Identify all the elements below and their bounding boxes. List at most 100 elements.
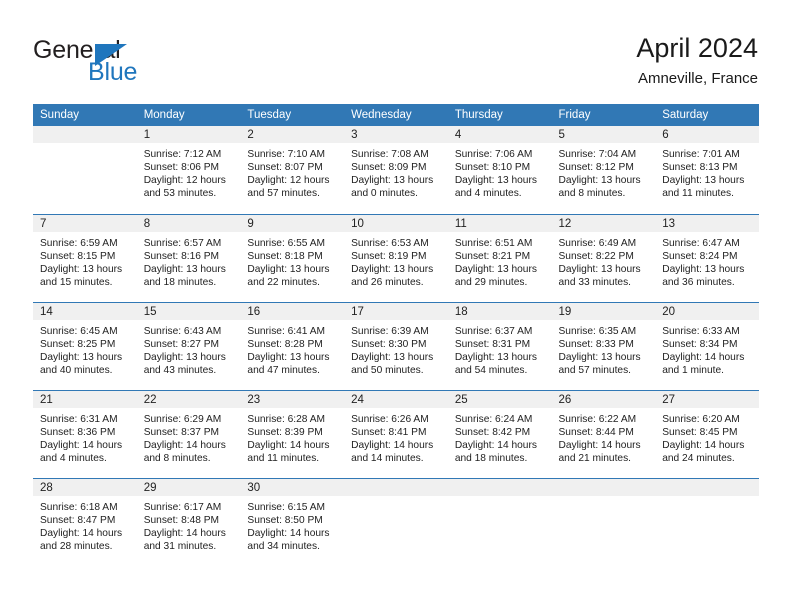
- sunset-text: Sunset: 8:21 PM: [454, 250, 531, 262]
- daylight-text-line1: Daylight: 14 hours: [247, 439, 330, 451]
- day-number: [33, 126, 137, 143]
- calendar-day-cell[interactable]: 17 Sunrise: 6:39 AM Sunset: 8:30 PM Dayligh…: [344, 301, 448, 390]
- day-number: 15: [136, 302, 241, 320]
- calendar-day-cell[interactable]: 24 Sunrise: 6:26 AM Sunset: 8:41 PM Dayligh…: [344, 389, 448, 478]
- calendar-day-cell[interactable]: 27 Sunrise: 6:20 AM Sunset: 8:45 PM Dayligh…: [655, 389, 759, 478]
- sunrise-text: Sunrise: 7:01 AM: [662, 149, 740, 160]
- daylight-text-line1: Daylight: 14 hours: [558, 439, 641, 451]
- sunset-text: Sunset: 8:45 PM: [662, 426, 738, 438]
- calendar-day-cell[interactable]: [447, 477, 552, 566]
- day-number: 2: [240, 126, 345, 143]
- daylight-text-line1: Daylight: 14 hours: [351, 439, 434, 451]
- day-cell-inner: 6 Sunrise: 7:01 AM Sunset: 8:13 PM Daylight…: [655, 126, 759, 213]
- daylight-text-line1: Daylight: 13 hours: [143, 263, 226, 275]
- day-details: Sunrise: 7:08 AM Sunset: 8:09 PM Daylight:…: [344, 143, 448, 200]
- day-details: Sunrise: 6:17 AM Sunset: 8:48 PM Daylight:…: [137, 496, 241, 553]
- calendar-day-cell[interactable]: 21 Sunrise: 6:31 AM Sunset: 8:36 PM Dayligh…: [33, 389, 137, 478]
- calendar-day-cell[interactable]: 20 Sunrise: 6:33 AM Sunset: 8:34 PM Dayligh…: [655, 301, 759, 390]
- day-number: 4: [447, 126, 552, 143]
- sunrise-text: Sunrise: 6:53 AM: [351, 237, 429, 249]
- calendar-day-cell[interactable]: 22 Sunrise: 6:29 AM Sunset: 8:37 PM Dayligh…: [136, 389, 241, 478]
- daylight-text-line1: Daylight: 13 hours: [351, 351, 434, 363]
- day-cell-inner: 10 Sunrise: 6:53 AM Sunset: 8:19 PM Dayligh…: [344, 214, 448, 302]
- sunrise-text: Sunrise: 6:24 AM: [454, 413, 533, 425]
- sunrise-text: Sunrise: 6:18 AM: [40, 501, 118, 513]
- calendar-day-cell[interactable]: 25 Sunrise: 6:24 AM Sunset: 8:42 PM Dayligh…: [447, 389, 552, 478]
- daylight-text-line2: and 28 minutes.: [40, 540, 113, 552]
- day-details: Sunrise: 6:20 AM Sunset: 8:45 PM Daylight:…: [655, 408, 759, 465]
- daylight-text-line1: Daylight: 14 hours: [143, 439, 226, 451]
- daylight-text-line2: and 50 minutes.: [351, 364, 424, 376]
- calendar-day-cell[interactable]: 13 Sunrise: 6:47 AM Sunset: 8:24 PM Dayligh…: [655, 213, 759, 302]
- day-number: [655, 478, 759, 496]
- daylight-text-line1: Daylight: 13 hours: [558, 263, 641, 275]
- calendar-day-cell[interactable]: 16 Sunrise: 6:41 AM Sunset: 8:28 PM Dayligh…: [240, 301, 345, 390]
- calendar-day-cell[interactable]: [551, 477, 656, 566]
- day-number: 25: [447, 390, 552, 408]
- sunset-text: Sunset: 8:31 PM: [454, 338, 531, 350]
- sunset-text: Sunset: 8:18 PM: [247, 250, 323, 262]
- calendar-day-cell[interactable]: 29 Sunrise: 6:17 AM Sunset: 8:48 PM Dayligh…: [136, 477, 241, 566]
- sunset-text: Sunset: 8:12 PM: [558, 162, 634, 174]
- day-number: 5: [551, 126, 656, 143]
- calendar-day-cell[interactable]: 6 Sunrise: 7:01 AM Sunset: 8:13 PM Daylight…: [655, 126, 759, 214]
- sunrise-text: Sunrise: 6:31 AM: [40, 413, 118, 425]
- calendar-day-cell[interactable]: 10 Sunrise: 6:53 AM Sunset: 8:19 PM Dayligh…: [344, 213, 448, 302]
- calendar-day-cell[interactable]: 23 Sunrise: 6:28 AM Sunset: 8:39 PM Dayligh…: [240, 389, 345, 478]
- calendar-day-cell[interactable]: [655, 477, 759, 566]
- daylight-text-line2: and 54 minutes.: [454, 364, 528, 376]
- sunrise-text: Sunrise: 6:15 AM: [247, 501, 325, 513]
- sunset-text: Sunset: 8:28 PM: [247, 338, 323, 350]
- day-number: 30: [240, 478, 345, 496]
- page-subtitle-location: Amneville, France: [637, 70, 758, 87]
- day-cell-inner: 19 Sunrise: 6:35 AM Sunset: 8:33 PM Dayligh…: [551, 302, 656, 390]
- daylight-text-line2: and 24 minutes.: [662, 452, 735, 464]
- calendar-day-cell[interactable]: 8 Sunrise: 6:57 AM Sunset: 8:16 PM Daylight…: [136, 213, 241, 302]
- sunset-text: Sunset: 8:34 PM: [662, 338, 738, 350]
- calendar-day-cell[interactable]: 18 Sunrise: 6:37 AM Sunset: 8:31 PM Dayligh…: [447, 301, 552, 390]
- day-cell-inner: [447, 478, 552, 566]
- day-details: Sunrise: 6:57 AM Sunset: 8:16 PM Daylight:…: [137, 232, 241, 289]
- calendar-day-cell[interactable]: 2 Sunrise: 7:10 AM Sunset: 8:07 PM Daylight…: [240, 126, 345, 214]
- calendar-day-cell[interactable]: 3 Sunrise: 7:08 AM Sunset: 8:09 PM Daylight…: [344, 126, 448, 214]
- calendar-day-cell[interactable]: 7 Sunrise: 6:59 AM Sunset: 8:15 PM Daylight…: [33, 213, 137, 302]
- calendar-day-cell[interactable]: 11 Sunrise: 6:51 AM Sunset: 8:21 PM Dayligh…: [447, 213, 552, 302]
- calendar-day-cell[interactable]: [344, 477, 448, 566]
- day-number: 26: [551, 390, 656, 408]
- day-cell-inner: 22 Sunrise: 6:29 AM Sunset: 8:37 PM Dayligh…: [136, 390, 241, 478]
- sunrise-text: Sunrise: 7:12 AM: [143, 149, 222, 160]
- day-details: Sunrise: 6:26 AM Sunset: 8:41 PM Daylight:…: [344, 408, 448, 465]
- logo-word-blue: Blue: [88, 58, 138, 86]
- sunset-text: Sunset: 8:36 PM: [40, 426, 116, 438]
- calendar-day-cell[interactable]: 19 Sunrise: 6:35 AM Sunset: 8:33 PM Dayligh…: [551, 301, 656, 390]
- calendar-day-cell[interactable]: 1 Sunrise: 7:12 AM Sunset: 8:06 PM Daylight…: [136, 126, 241, 214]
- day-details: Sunrise: 7:12 AM Sunset: 8:06 PM Daylight:…: [137, 143, 241, 200]
- daylight-text-line1: Daylight: 13 hours: [40, 263, 123, 275]
- calendar-day-cell[interactable]: 26 Sunrise: 6:22 AM Sunset: 8:44 PM Dayligh…: [551, 389, 656, 478]
- daylight-text-line1: Daylight: 14 hours: [143, 527, 226, 539]
- day-number: 14: [33, 302, 137, 320]
- day-cell-inner: [655, 478, 759, 566]
- day-details: Sunrise: 6:49 AM Sunset: 8:22 PM Daylight:…: [552, 232, 656, 289]
- page-title: April 2024: [636, 33, 758, 63]
- calendar-day-cell[interactable]: 28 Sunrise: 6:18 AM Sunset: 8:47 PM Dayligh…: [33, 477, 137, 566]
- calendar-day-cell[interactable]: 15 Sunrise: 6:43 AM Sunset: 8:27 PM Dayligh…: [136, 301, 241, 390]
- weekday-header-saturday: Saturday: [655, 104, 759, 126]
- calendar-day-cell[interactable]: 14 Sunrise: 6:45 AM Sunset: 8:25 PM Dayligh…: [33, 301, 137, 390]
- calendar-day-cell[interactable]: 30 Sunrise: 6:15 AM Sunset: 8:50 PM Dayligh…: [240, 477, 345, 566]
- calendar-day-cell[interactable]: 12 Sunrise: 6:49 AM Sunset: 8:22 PM Dayligh…: [551, 213, 656, 302]
- sunset-text: Sunset: 8:39 PM: [247, 426, 323, 438]
- day-number: 18: [447, 302, 552, 320]
- daylight-text-line2: and 29 minutes.: [454, 276, 528, 288]
- daylight-text-line2: and 4 minutes.: [40, 452, 107, 464]
- daylight-text-line1: Daylight: 13 hours: [662, 263, 745, 275]
- sunset-text: Sunset: 8:42 PM: [454, 426, 531, 438]
- day-details: Sunrise: 6:22 AM Sunset: 8:44 PM Daylight:…: [552, 408, 656, 465]
- daylight-text-line2: and 14 minutes.: [351, 452, 424, 464]
- general-blue-logo[interactable]: General Blue: [33, 36, 223, 88]
- calendar-day-cell[interactable]: 9 Sunrise: 6:55 AM Sunset: 8:18 PM Daylight…: [240, 213, 345, 302]
- day-cell-inner: 29 Sunrise: 6:17 AM Sunset: 8:48 PM Dayligh…: [136, 478, 241, 566]
- calendar-day-cell[interactable]: 4 Sunrise: 7:06 AM Sunset: 8:10 PM Daylight…: [447, 126, 552, 214]
- calendar-day-cell[interactable]: [33, 126, 137, 214]
- calendar-day-cell[interactable]: 5 Sunrise: 7:04 AM Sunset: 8:12 PM Daylight…: [551, 126, 656, 214]
